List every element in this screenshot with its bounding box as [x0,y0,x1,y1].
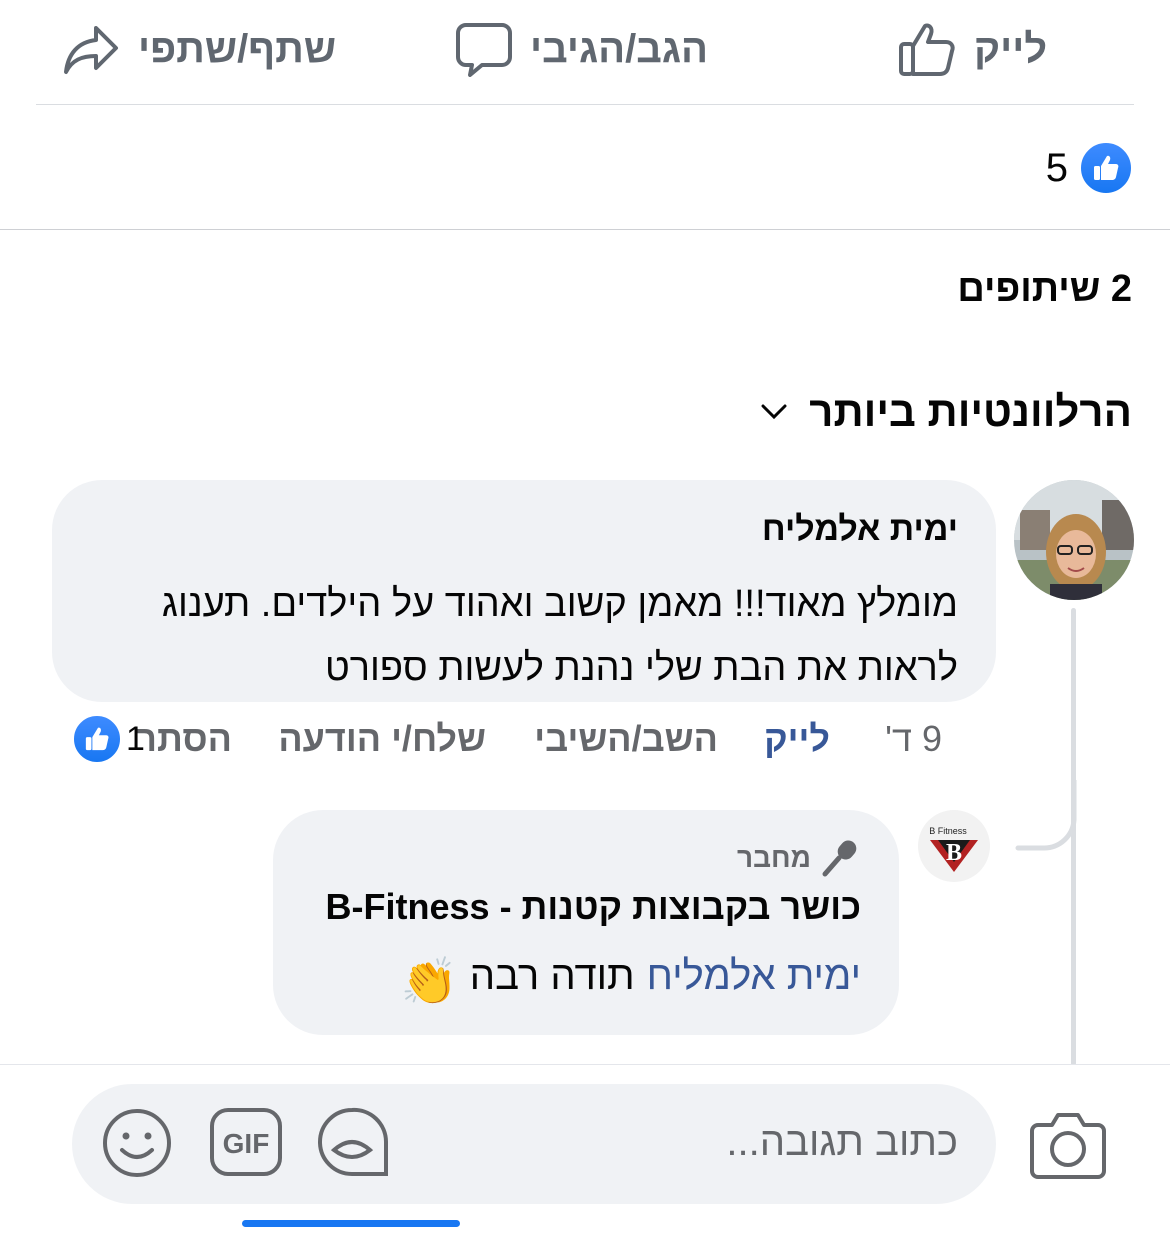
actions-divider [36,104,1134,105]
b-fitness-logo: B B Fitness [918,810,990,882]
chevron-down-icon [761,404,787,420]
share-label: שתף/שתפי [138,26,337,71]
comment-message-link[interactable]: שלח/י הודעה [278,718,486,760]
reply-bubble[interactable]: מחבר כושר בקבוצות קטנות - B-Fitness ימית… [273,810,899,1035]
profile-photo [1014,480,1134,600]
page-avatar[interactable]: B B Fitness [918,810,990,882]
author-badge: מחבר [737,838,861,878]
sticker-button[interactable] [316,1106,390,1180]
svg-text:GIF: GIF [223,1128,270,1159]
thread-branch [1015,780,1077,851]
comment-input-placeholder: כתוב תגובה... [726,1120,958,1164]
sticker-icon [318,1107,389,1176]
shares-count[interactable]: 2 שיתופים [957,268,1132,311]
comment-reaction-summary[interactable]: 1 [72,714,145,764]
smiley-icon [103,1109,171,1177]
comment-label: הגב/הגיבי [530,26,709,71]
camera-icon [1030,1113,1106,1179]
reply-author[interactable]: כושר בקבוצות קטנות - B-Fitness [326,886,861,928]
like-reaction-icon [1078,140,1134,196]
gif-button[interactable]: GIF [210,1108,282,1176]
camera-button[interactable] [1030,1106,1106,1182]
microphone-icon [822,840,857,877]
author-badge-label: מחבר [737,842,811,873]
like-reaction-icon [72,714,122,764]
comment-like-link[interactable]: לייק [764,718,830,760]
scroll-indicator [242,1220,460,1227]
comment-hide-link[interactable]: הסתר [136,718,232,760]
comment-reply-link[interactable]: השב/השיבי [534,718,718,760]
reply-text: ימית אלמליח תודה רבה 👏 [400,954,861,1009]
comment-button[interactable]: הגב/הגיבי [456,14,708,84]
like-label: לייק [974,26,1048,71]
comment-reaction-count: 1 [126,719,145,758]
sort-dropdown[interactable]: הרלוונטיות ביותר [761,388,1132,436]
reply-message: תודה רבה [469,954,635,998]
like-button[interactable]: לייק [898,14,1047,84]
reaction-summary[interactable]: 5 [1046,140,1134,196]
reply-mention[interactable]: ימית אלמליח [647,954,861,1009]
comment-author[interactable]: ימית אלמליח [762,510,958,549]
comment-bubble[interactable]: ימית אלמליח מומלץ מאוד!!! מאמן קשוב ואהו… [52,480,996,702]
section-divider [0,229,1170,230]
comment-text-line2: לראות את הבת שלי נהנת לעשות ספורט [324,647,958,689]
svg-text:B Fitness: B Fitness [929,826,967,836]
sort-label: הרלוונטיות ביותר [809,388,1132,435]
share-button[interactable]: שתף/שתפי [62,14,336,84]
avatar[interactable] [1014,480,1134,600]
reaction-count: 5 [1045,145,1068,190]
share-icon [64,26,118,74]
clapping-hands-emoji: 👏 [400,955,458,1007]
comment-text-line1: מומלץ מאוד!!! מאמן קשוב ואהוד על הילדים.… [161,583,958,625]
comment-timestamp: 9 ד' [885,718,942,759]
gif-icon: GIF [210,1108,282,1176]
comment-icon [456,23,512,77]
thumbs-up-icon [899,23,955,76]
svg-text:B: B [946,840,962,866]
emoji-button[interactable] [102,1108,172,1178]
